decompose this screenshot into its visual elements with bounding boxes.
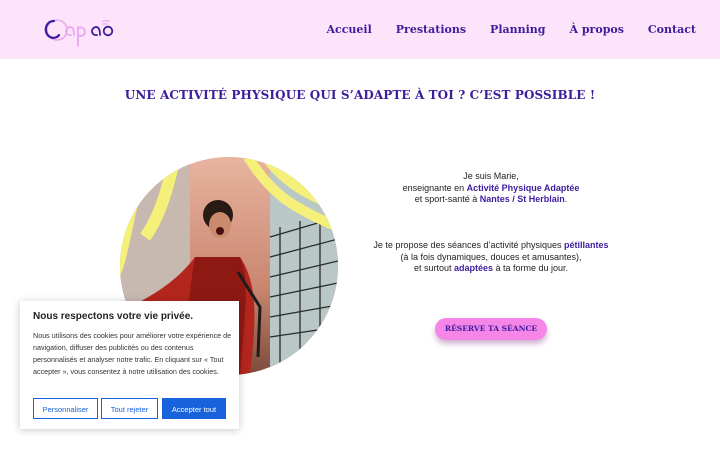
book-session-button[interactable]: RÉSERVE TA SÉANCE (435, 318, 547, 340)
nav-accueil[interactable]: Accueil (326, 23, 371, 36)
capao-logo[interactable] (38, 8, 118, 52)
nav-contact[interactable]: Contact (648, 23, 696, 36)
intro-line-3-text: et sport-santé à (414, 194, 480, 204)
intro-line-2-text: enseignante en (402, 182, 467, 193)
site-header: Accueil Prestations Planning À propos Co… (0, 0, 720, 59)
nav-prestations[interactable]: Prestations (396, 23, 466, 36)
cookie-body: Nous utilisons des cookies pour améliore… (33, 331, 232, 376)
highlight-adaptees: adaptées (453, 263, 493, 273)
intro2-line-3-end: à ta forme du jour. (493, 263, 569, 273)
intro-line-3: et sport-santé à Nantes / St Herblain. (362, 194, 620, 206)
nav-planning[interactable]: Planning (490, 23, 545, 36)
accept-all-button[interactable]: Accepter tout (162, 398, 226, 419)
customize-button[interactable]: Personnaliser (33, 398, 98, 419)
intro2-line-3: et surtout adaptées à ta forme du jour. (362, 263, 620, 275)
reject-all-button[interactable]: Tout rejeter (101, 398, 158, 419)
cookie-banner: Nous respectons votre vie privée. Nous u… (20, 301, 239, 429)
highlight-petillantes: pétillantes (564, 240, 609, 250)
nav-a-propos[interactable]: À propos (570, 23, 624, 36)
intro-line-2: enseignante en Activité Physique Adaptée (362, 183, 620, 195)
intro2-line-1: Je te propose des séances d’activité phy… (362, 240, 620, 252)
main-nav: Accueil Prestations Planning À propos Co… (326, 23, 696, 36)
highlight-apa: Activité Physique Adaptée (466, 182, 580, 193)
cookie-title: Nous respectons votre vie privée. (33, 311, 194, 322)
highlight-location: Nantes / St Herblain (479, 194, 565, 204)
intro2-line-3-text: et surtout (413, 263, 454, 273)
intro2-line-1-text: Je te propose des séances d’activité phy… (373, 240, 565, 250)
intro2-line-2: (à la fois dynamiques, douces et amusant… (400, 251, 582, 262)
intro-line-1: Je suis Marie, (463, 171, 519, 181)
intro-line-3-end: . (564, 194, 568, 204)
hero-headline: UNE ACTIVITÉ PHYSIQUE QUI S’ADAPTE À TOI… (124, 88, 596, 102)
intro-paragraph-1: Je suis Marie, enseignante en Activité P… (362, 171, 620, 206)
intro-paragraph-2: Je te propose des séances d’activité phy… (362, 240, 620, 275)
